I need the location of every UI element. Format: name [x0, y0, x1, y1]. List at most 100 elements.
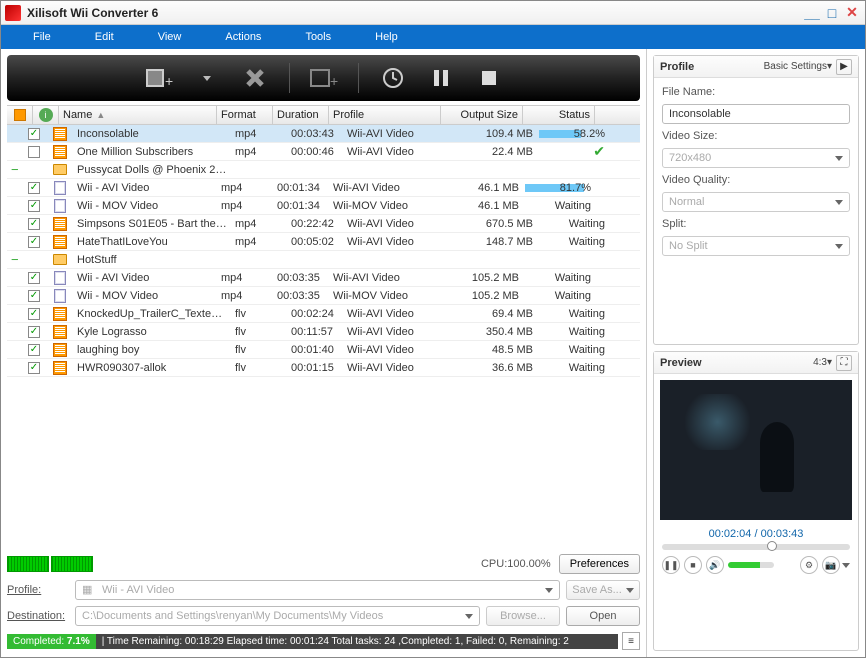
header-status[interactable]: Status — [523, 106, 595, 124]
row-status: Waiting — [537, 362, 609, 374]
row-status: Waiting — [537, 308, 609, 320]
preview-video[interactable] — [660, 380, 852, 520]
row-checkbox[interactable]: ✓ — [21, 182, 47, 194]
statusbar: Completed: 7.1% | Time Remaining: 00:18:… — [7, 631, 640, 651]
stop-button[interactable] — [469, 60, 509, 96]
snapshot-dropdown[interactable] — [842, 563, 850, 568]
row-duration: 00:01:40 — [287, 344, 343, 356]
table-row[interactable]: ✓Wii - AVI Videomp400:01:34Wii-AVI Video… — [7, 179, 640, 197]
row-format: mp4 — [231, 236, 287, 248]
header-profile[interactable]: Profile — [329, 106, 441, 124]
settings-icon[interactable]: ⚙ — [800, 556, 818, 574]
row-checkbox[interactable]: ✓ — [21, 362, 47, 374]
table-row[interactable]: ✓Wii - MOV Videomp400:03:35Wii-MOV Video… — [7, 287, 640, 305]
preferences-button[interactable]: Preferences — [559, 554, 640, 574]
minimize-button[interactable]: __ — [803, 5, 821, 21]
row-duration: 00:05:02 — [287, 236, 343, 248]
list-icon — [47, 289, 73, 303]
header-type-icon[interactable]: i — [33, 106, 59, 124]
menu-edit[interactable]: Edit — [73, 31, 136, 43]
row-checkbox[interactable]: ✓ — [21, 128, 47, 140]
maximize-button[interactable]: □ — [823, 5, 841, 21]
row-checkbox[interactable]: ✓ — [21, 272, 47, 284]
chevron-down-icon — [545, 588, 553, 593]
play-pause-button[interactable]: ❚❚ — [662, 556, 680, 574]
preview-fullscreen-button[interactable]: ⛶ — [836, 355, 852, 371]
row-name: Simpsons S01E05 - Bart the G... — [73, 218, 231, 230]
header-format[interactable]: Format — [217, 106, 273, 124]
menu-view[interactable]: View — [136, 31, 204, 43]
table-row[interactable]: ✓HateThatILoveYoump400:05:02Wii-AVI Vide… — [7, 233, 640, 251]
table-row[interactable]: ✓Kyle Lograssoflv00:11:57Wii-AVI Video35… — [7, 323, 640, 341]
table-row[interactable]: ✓Wii - MOV Videomp400:01:34Wii-MOV Video… — [7, 197, 640, 215]
add-profile-button[interactable]: + — [304, 60, 344, 96]
header-check[interactable] — [7, 106, 33, 124]
destination-dropdown[interactable]: C:\Documents and Settings\renyan\My Docu… — [75, 606, 480, 626]
table-row[interactable]: −Pussycat Dolls @ Phoenix 24.... — [7, 161, 640, 179]
remove-button[interactable] — [235, 60, 275, 96]
statusbar-detail-button[interactable]: ≡ — [622, 632, 640, 650]
row-checkbox[interactable]: ✓ — [21, 344, 47, 356]
table-row[interactable]: ✓KnockedUp_TrailerC_Texted_...flv00:02:2… — [7, 305, 640, 323]
row-checkbox[interactable]: ✓ — [21, 326, 47, 338]
aspect-dropdown[interactable]: 4:3▾ — [813, 357, 832, 368]
row-format: mp4 — [231, 218, 287, 230]
filename-input[interactable] — [662, 104, 850, 124]
table-row[interactable]: ✓HWR090307-allokflv00:01:15Wii-AVI Video… — [7, 359, 640, 377]
table-row[interactable]: ✓Inconsolablemp400:03:43Wii-AVI Video109… — [7, 125, 640, 143]
table-row[interactable]: ✓Wii - AVI Videomp400:03:35Wii-AVI Video… — [7, 269, 640, 287]
row-checkbox[interactable] — [21, 146, 47, 158]
row-checkbox[interactable]: ✓ — [21, 200, 47, 212]
videosize-dropdown[interactable]: 720x480 — [662, 148, 850, 168]
header-duration[interactable]: Duration — [273, 106, 329, 124]
folder-icon — [47, 164, 73, 175]
save-as-button[interactable]: Save As... — [566, 580, 640, 600]
row-checkbox[interactable]: ✓ — [21, 308, 47, 320]
row-name: Wii - AVI Video — [73, 182, 217, 194]
row-checkbox[interactable]: ✓ — [21, 236, 47, 248]
film-icon — [47, 343, 73, 357]
table-row[interactable]: ✓Simpsons S01E05 - Bart the G...mp400:22… — [7, 215, 640, 233]
menu-help[interactable]: Help — [353, 31, 420, 43]
list-icon — [47, 271, 73, 285]
player-controls: ❚❚ ■ 🔊 ⚙ 📷 — [654, 552, 858, 582]
row-profile: Wii-AVI Video — [343, 344, 455, 356]
menu-file[interactable]: File — [11, 31, 73, 43]
close-button[interactable]: ✕ — [843, 5, 861, 21]
row-duration: 00:01:15 — [287, 362, 343, 374]
player-stop-button[interactable]: ■ — [684, 556, 702, 574]
profile-expand-button[interactable]: ▶ — [836, 59, 852, 75]
header-outputsize[interactable]: Output Size — [441, 106, 523, 124]
menu-actions[interactable]: Actions — [203, 31, 283, 43]
app-window: Xilisoft Wii Converter 6 __ □ ✕ File Edi… — [0, 0, 866, 658]
videoquality-dropdown[interactable]: Normal — [662, 192, 850, 212]
row-status: Waiting — [523, 272, 595, 284]
expand-toggle[interactable]: − — [7, 162, 21, 177]
header-name[interactable]: Name▲ — [59, 106, 217, 124]
table-row[interactable]: ✓laughing boyflv00:01:40Wii-AVI Video48.… — [7, 341, 640, 359]
volume-button[interactable]: 🔊 — [706, 556, 724, 574]
add-dropdown-button[interactable] — [187, 60, 227, 96]
snapshot-button[interactable]: 📷 — [822, 556, 840, 574]
seek-slider[interactable] — [662, 544, 850, 550]
row-checkbox[interactable]: ✓ — [21, 290, 47, 302]
browse-button[interactable]: Browse... — [486, 606, 560, 626]
add-file-button[interactable]: + — [139, 60, 179, 96]
table-row[interactable]: One Million Subscribersmp400:00:46Wii-AV… — [7, 143, 640, 161]
volume-slider[interactable] — [728, 562, 774, 568]
menu-tools[interactable]: Tools — [283, 31, 353, 43]
expand-toggle[interactable]: − — [7, 252, 21, 267]
profile-dropdown[interactable]: ▦ Wii - AVI Video — [75, 580, 560, 600]
convert-button[interactable] — [373, 60, 413, 96]
row-checkbox[interactable]: ✓ — [21, 218, 47, 230]
videoquality-label: Video Quality: — [662, 174, 850, 186]
row-format: mp4 — [231, 128, 287, 140]
content-area: + + i Name▲ Format Duration Profile Outp… — [1, 49, 865, 657]
list-header: i Name▲ Format Duration Profile Output S… — [7, 105, 640, 125]
open-button[interactable]: Open — [566, 606, 640, 626]
cpu-graph — [7, 556, 93, 572]
table-row[interactable]: −HotStuff — [7, 251, 640, 269]
basic-settings-dropdown[interactable]: Basic Settings▾ — [764, 61, 832, 72]
split-dropdown[interactable]: No Split — [662, 236, 850, 256]
pause-button[interactable] — [421, 60, 461, 96]
